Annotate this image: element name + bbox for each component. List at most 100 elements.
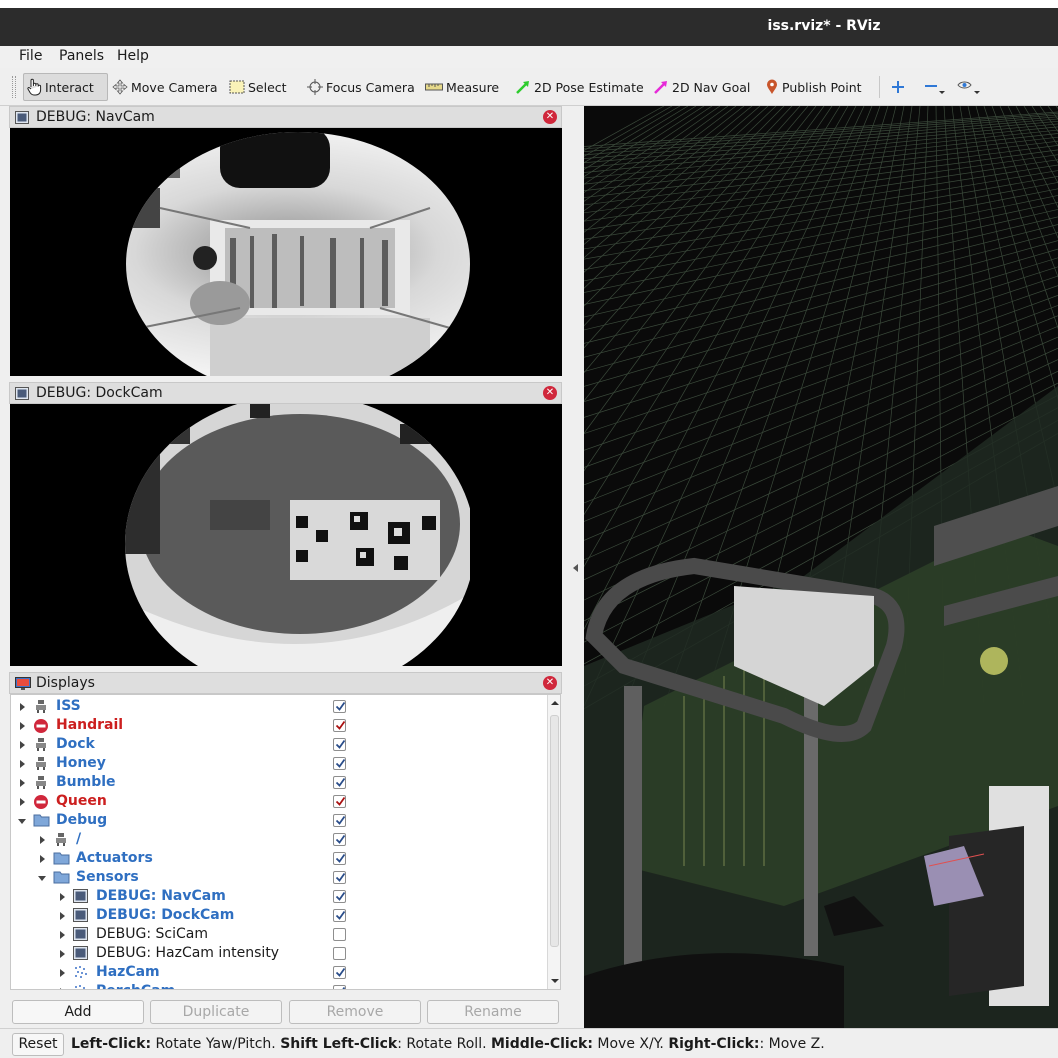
display-enabled-checkbox[interactable] [333, 814, 346, 827]
rename-display-button[interactable]: Rename [427, 1000, 559, 1024]
display-enabled-checkbox[interactable] [333, 776, 346, 789]
robot-model-icon [33, 756, 49, 771]
close-icon[interactable]: ✕ [543, 386, 557, 400]
expand-right-icon[interactable] [57, 929, 67, 939]
display-row[interactable]: Honey [11, 754, 547, 773]
move-camera-tool-button[interactable]: Move Camera [112, 73, 218, 101]
display-row[interactable]: Queen [11, 792, 547, 811]
display-row[interactable]: Debug [11, 811, 547, 830]
expand-right-icon[interactable] [57, 910, 67, 920]
display-row[interactable]: Handrail [11, 716, 547, 735]
display-row[interactable]: DEBUG: NavCam [11, 887, 547, 906]
display-row[interactable]: Bumble [11, 773, 547, 792]
display-row[interactable]: DEBUG: SciCam [11, 925, 547, 944]
display-row[interactable]: PerchCam [11, 982, 547, 989]
pose-estimate-tool-button[interactable]: 2D Pose Estimate [515, 73, 644, 101]
display-row[interactable]: Sensors [11, 868, 547, 887]
displays-tree[interactable]: ISS Handrail Dock Honey Bumble Queen Debug / Act… [10, 694, 561, 990]
display-row[interactable]: DEBUG: DockCam [11, 906, 547, 925]
display-enabled-checkbox[interactable] [333, 700, 346, 713]
duplicate-display-button[interactable]: Duplicate [150, 1000, 282, 1024]
minus-icon [925, 85, 945, 94]
display-label: / [76, 831, 82, 847]
menu-panels[interactable]: Panels [59, 48, 104, 64]
navcam-image-view [10, 128, 562, 376]
expand-down-icon[interactable] [37, 872, 47, 882]
expand-right-icon[interactable] [37, 853, 47, 863]
menu-file[interactable]: File [19, 48, 42, 64]
close-icon[interactable]: ✕ [543, 676, 557, 690]
interact-tool-button[interactable]: Interact [23, 73, 108, 101]
display-row[interactable]: / [11, 830, 547, 849]
remove-tool-button[interactable] [924, 73, 949, 101]
expand-right-icon[interactable] [17, 796, 27, 806]
expand-right-icon[interactable] [57, 967, 67, 977]
expand-right-icon[interactable] [17, 758, 27, 768]
display-enabled-checkbox[interactable] [333, 738, 346, 751]
magenta-arrow-icon [654, 81, 667, 94]
display-enabled-checkbox[interactable] [333, 928, 346, 941]
display-enabled-checkbox[interactable] [333, 985, 346, 989]
image-icon [73, 946, 89, 961]
scroll-up-icon[interactable] [548, 697, 561, 709]
display-enabled-checkbox[interactable] [333, 909, 346, 922]
expand-right-icon[interactable] [57, 948, 67, 958]
display-row[interactable]: Actuators [11, 849, 547, 868]
display-enabled-checkbox[interactable] [333, 947, 346, 960]
display-enabled-checkbox[interactable] [333, 833, 346, 846]
display-row[interactable]: Dock [11, 735, 547, 754]
view-tool-button[interactable] [957, 73, 984, 101]
display-enabled-checkbox[interactable] [333, 871, 346, 884]
interact-label: Interact [45, 79, 94, 95]
expand-down-icon[interactable] [17, 815, 27, 825]
reset-view-button[interactable]: Reset [12, 1033, 64, 1056]
add-tool-button[interactable] [891, 73, 908, 101]
display-enabled-checkbox[interactable] [333, 757, 346, 770]
scrollbar-thumb[interactable] [550, 715, 559, 947]
measure-label: Measure [446, 79, 500, 95]
displays-panel-title: Displays [36, 675, 95, 691]
pane-splitter[interactable] [568, 106, 584, 1028]
expand-right-icon[interactable] [37, 834, 47, 844]
expand-right-icon[interactable] [17, 720, 27, 730]
3d-render-viewport[interactable] [584, 106, 1058, 1028]
display-enabled-checkbox[interactable] [333, 719, 346, 732]
display-label: Actuators [76, 850, 153, 866]
display-enabled-checkbox[interactable] [333, 966, 346, 979]
collapse-arrow-icon[interactable] [568, 562, 584, 574]
focus-camera-label: Focus Camera [326, 79, 415, 95]
toolbar: Interact Move Camera Select Focus Camera… [0, 68, 1058, 106]
robot-model-icon [33, 775, 49, 790]
monitor-icon [15, 677, 31, 690]
displays-panel-header[interactable]: Displays ✕ [9, 672, 562, 694]
display-row[interactable]: ISS [11, 697, 547, 716]
navcam-panel-header[interactable]: DEBUG: NavCam ✕ [9, 106, 562, 128]
dockcam-panel-header[interactable]: DEBUG: DockCam ✕ [9, 382, 562, 404]
expand-right-icon[interactable] [57, 891, 67, 901]
nav-goal-tool-button[interactable]: 2D Nav Goal [653, 73, 750, 101]
scroll-down-icon[interactable] [548, 975, 561, 987]
expand-right-icon[interactable] [17, 777, 27, 787]
pointcloud-icon [73, 965, 89, 980]
display-enabled-checkbox[interactable] [333, 890, 346, 903]
display-enabled-checkbox[interactable] [333, 795, 346, 808]
add-display-button[interactable]: Add [12, 1000, 144, 1024]
menu-help[interactable]: Help [117, 48, 149, 64]
status-text: Move X/Y. [592, 1036, 669, 1052]
select-label: Select [248, 79, 287, 95]
close-icon[interactable]: ✕ [543, 110, 557, 124]
display-row[interactable]: DEBUG: HazCam intensity [11, 944, 547, 963]
toolbar-grip[interactable] [12, 76, 16, 98]
focus-camera-tool-button[interactable]: Focus Camera [307, 73, 415, 101]
display-enabled-checkbox[interactable] [333, 852, 346, 865]
select-tool-button[interactable]: Select [229, 73, 287, 101]
measure-tool-button[interactable]: Measure [425, 73, 499, 101]
expand-right-icon[interactable] [17, 739, 27, 749]
display-row[interactable]: HazCam [11, 963, 547, 982]
remove-display-button[interactable]: Remove [289, 1000, 421, 1024]
publish-point-tool-button[interactable]: Publish Point [765, 73, 862, 101]
expand-right-icon[interactable] [17, 701, 27, 711]
plus-icon [892, 81, 904, 93]
expand-right-icon[interactable] [57, 986, 67, 989]
displays-scrollbar[interactable] [547, 695, 561, 989]
